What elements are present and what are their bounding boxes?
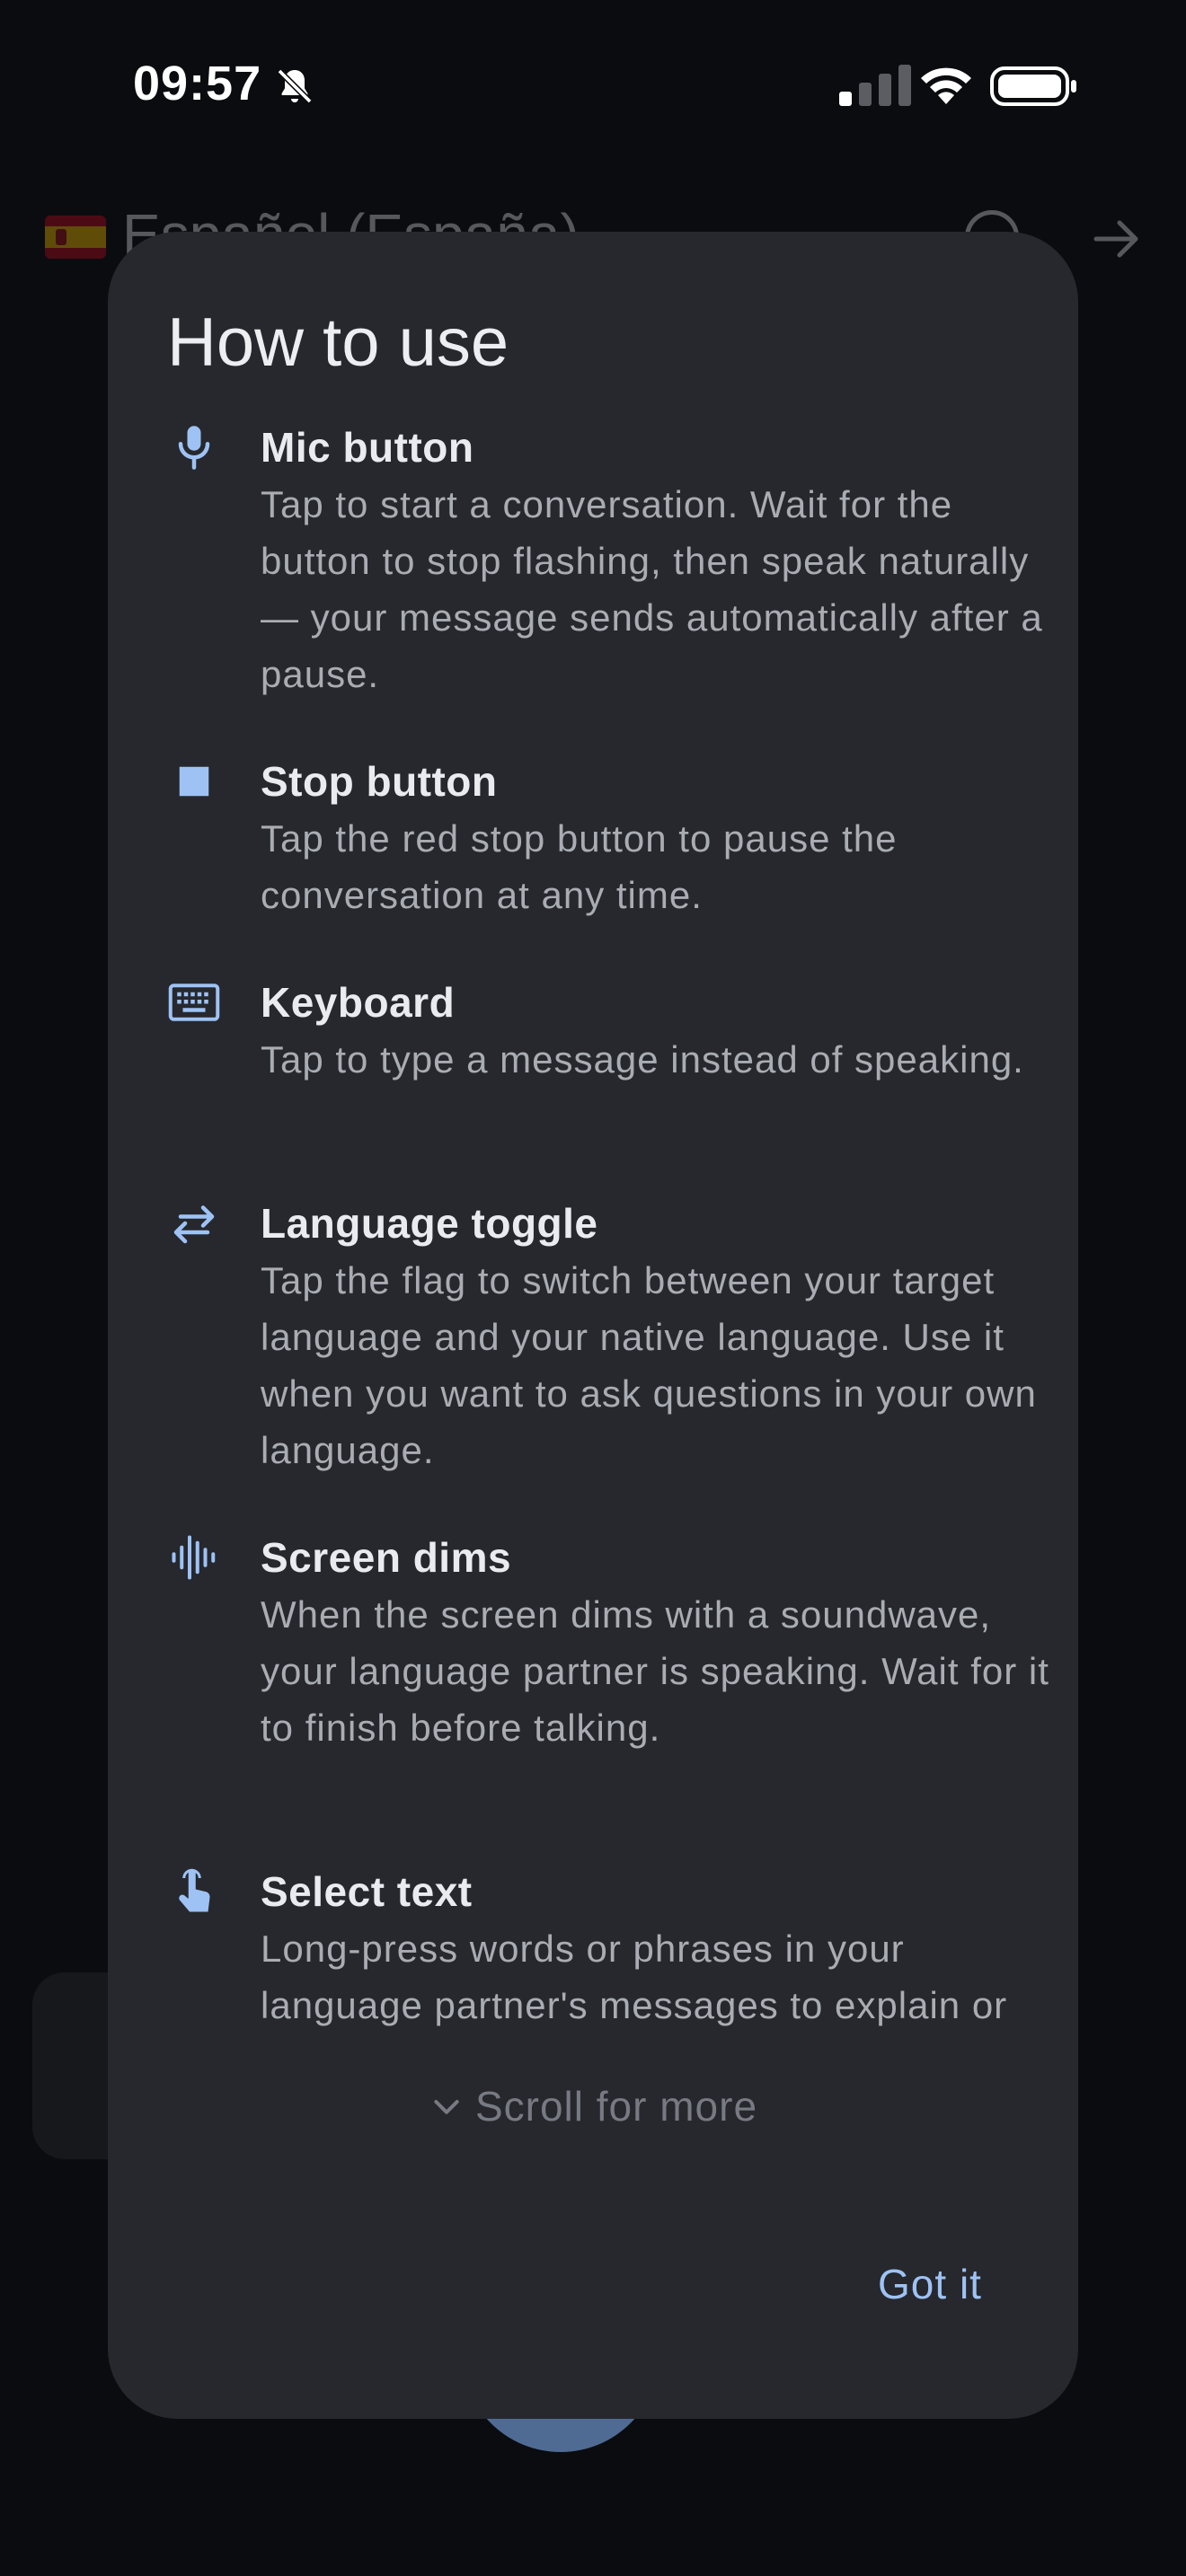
item-title: Screen dims [261, 1534, 512, 1581]
got-it-button[interactable]: Got it [854, 2253, 1006, 2316]
item-description: Tap the flag to switch between your targ… [261, 1259, 1037, 1471]
battery-icon [990, 66, 1076, 106]
item-description: Tap the red stop button to pause the con… [261, 817, 898, 916]
dialog-title: How to use [167, 304, 509, 381]
keyboard-icon [167, 975, 221, 1029]
instructions-list[interactable]: Mic button Tap to start a conversation. … [108, 420, 1078, 2046]
item-title: Select text [261, 1868, 473, 1915]
scroll-hint-label: Scroll for more [474, 2083, 758, 2130]
mic-icon [167, 420, 221, 474]
status-bar: 09:57 [0, 0, 1186, 171]
item-description: Tap to start a conversation. Wait for th… [261, 483, 1043, 695]
scroll-hint: Scroll for more [108, 2082, 1078, 2130]
bell-off-icon [277, 68, 313, 104]
item-title: Keyboard [261, 979, 456, 1026]
chevron-down-icon [434, 2100, 459, 2114]
item-title: Mic button [261, 424, 474, 471]
stop-icon [167, 754, 221, 808]
cellular-signal-icon [839, 65, 911, 106]
item-title: Language toggle [261, 1200, 598, 1247]
item-description: Long-press words or phrases in your lang… [261, 1928, 1008, 2046]
wifi-icon [921, 67, 971, 104]
soundwave-icon [167, 1531, 221, 1584]
spain-flag-icon[interactable] [45, 216, 106, 259]
touch-icon [167, 1865, 221, 1919]
arrow-right-icon[interactable] [1093, 217, 1143, 260]
item-description: When the screen dims with a soundwave, y… [261, 1593, 1049, 1749]
how-to-use-dialog: How to use Mic button Tap to start a con… [108, 232, 1078, 2419]
item-title: Stop button [261, 758, 498, 805]
swap-arrows-icon [167, 1196, 221, 1250]
status-time: 09:57 [133, 57, 262, 110]
item-description: Tap to type a message instead of speakin… [261, 1038, 1024, 1081]
